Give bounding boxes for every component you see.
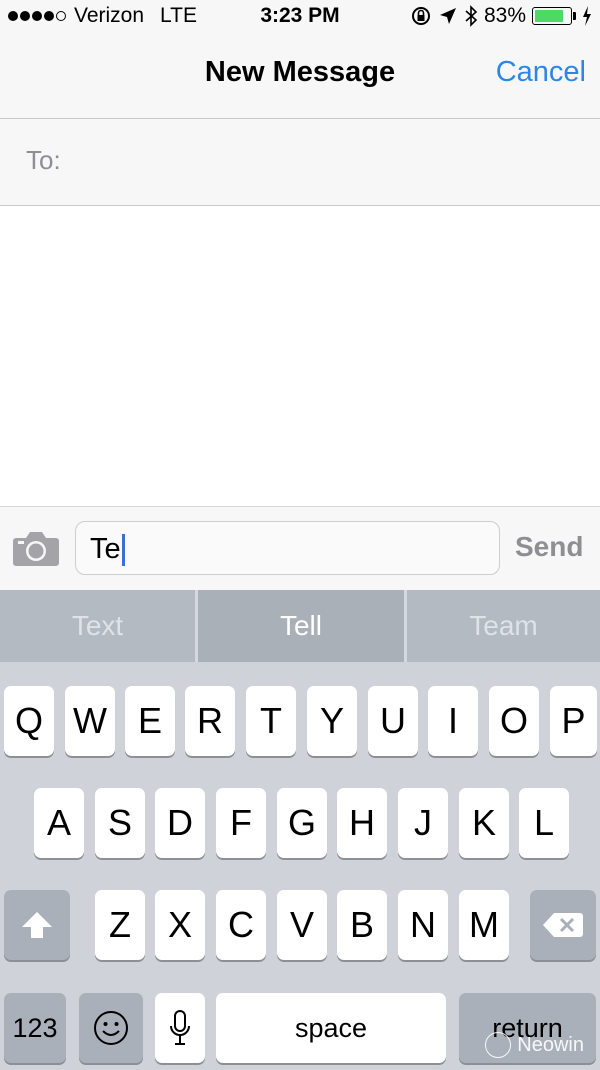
status-right: 83% — [410, 4, 592, 28]
key-a[interactable]: A — [34, 788, 84, 858]
emoji-key[interactable] — [79, 993, 143, 1063]
watermark: Neowin — [485, 1032, 584, 1058]
key-y[interactable]: Y — [307, 686, 357, 756]
numbers-key[interactable]: 123 — [4, 993, 66, 1063]
key-q[interactable]: Q — [4, 686, 54, 756]
compose-bar: Te Send — [0, 506, 600, 591]
typed-text: Te — [90, 533, 121, 565]
key-i[interactable]: I — [428, 686, 478, 756]
status-bar: Verizon LTE 3:23 PM 83% — [0, 0, 600, 34]
emoji-icon — [94, 1011, 128, 1045]
location-arrow-icon — [439, 8, 456, 24]
rotation-lock-icon — [411, 7, 430, 25]
cancel-button[interactable]: Cancel — [496, 56, 586, 89]
key-u[interactable]: U — [368, 686, 418, 756]
keyboard: Text Tell Team Q W E R T Y U I O P A S D… — [0, 590, 600, 1070]
key-t[interactable]: T — [246, 686, 296, 756]
bluetooth-icon — [465, 5, 478, 27]
recipient-field[interactable]: To: — [0, 119, 600, 206]
battery-percent: 83% — [483, 4, 526, 27]
send-button[interactable]: Send — [515, 531, 583, 563]
suggestion-item[interactable]: Team — [407, 590, 600, 662]
space-key[interactable]: space — [216, 993, 446, 1063]
to-label: To: — [26, 145, 61, 175]
message-thread-area — [0, 207, 600, 505]
dictation-key[interactable] — [155, 993, 205, 1063]
shift-key[interactable] — [4, 890, 70, 960]
key-z[interactable]: Z — [95, 890, 145, 960]
numbers-key-label: 123 — [12, 1012, 58, 1043]
message-input-text: Te — [90, 533, 125, 566]
backspace-icon — [543, 913, 583, 937]
key-o[interactable]: O — [489, 686, 539, 756]
key-r[interactable]: R — [185, 686, 235, 756]
key-n[interactable]: N — [398, 890, 448, 960]
key-e[interactable]: E — [125, 686, 175, 756]
text-caret — [121, 533, 125, 566]
suggestion-item-selected[interactable]: Tell — [198, 590, 404, 662]
key-x[interactable]: X — [155, 890, 205, 960]
charging-bolt-icon — [583, 6, 591, 26]
watermark-text: Neowin — [517, 1033, 584, 1056]
key-j[interactable]: J — [398, 788, 448, 858]
message-input[interactable]: Te — [75, 521, 500, 575]
key-v[interactable]: V — [277, 890, 327, 960]
key-f[interactable]: F — [216, 788, 266, 858]
suggestion-item[interactable]: Text — [0, 590, 195, 662]
key-c[interactable]: C — [216, 890, 266, 960]
key-k[interactable]: K — [459, 788, 509, 858]
key-h[interactable]: H — [337, 788, 387, 858]
battery-icon — [532, 7, 572, 25]
key-w[interactable]: W — [65, 686, 115, 756]
key-b[interactable]: B — [337, 890, 387, 960]
battery-cap — [573, 12, 576, 20]
space-key-label: space — [294, 1012, 368, 1043]
shift-arrow-icon — [22, 912, 52, 938]
key-d[interactable]: D — [155, 788, 205, 858]
camera-icon[interactable] — [12, 529, 60, 567]
neowin-logo-icon — [485, 1032, 512, 1058]
key-s[interactable]: S — [95, 788, 145, 858]
key-m[interactable]: M — [459, 890, 509, 960]
key-g[interactable]: G — [277, 788, 327, 858]
microphone-icon — [170, 1010, 190, 1045]
key-l[interactable]: L — [519, 788, 569, 858]
delete-key[interactable] — [530, 890, 596, 960]
navigation-bar: New Message Cancel — [0, 34, 600, 119]
predictive-bar: Text Tell Team — [0, 590, 600, 662]
key-p[interactable]: P — [550, 686, 597, 756]
